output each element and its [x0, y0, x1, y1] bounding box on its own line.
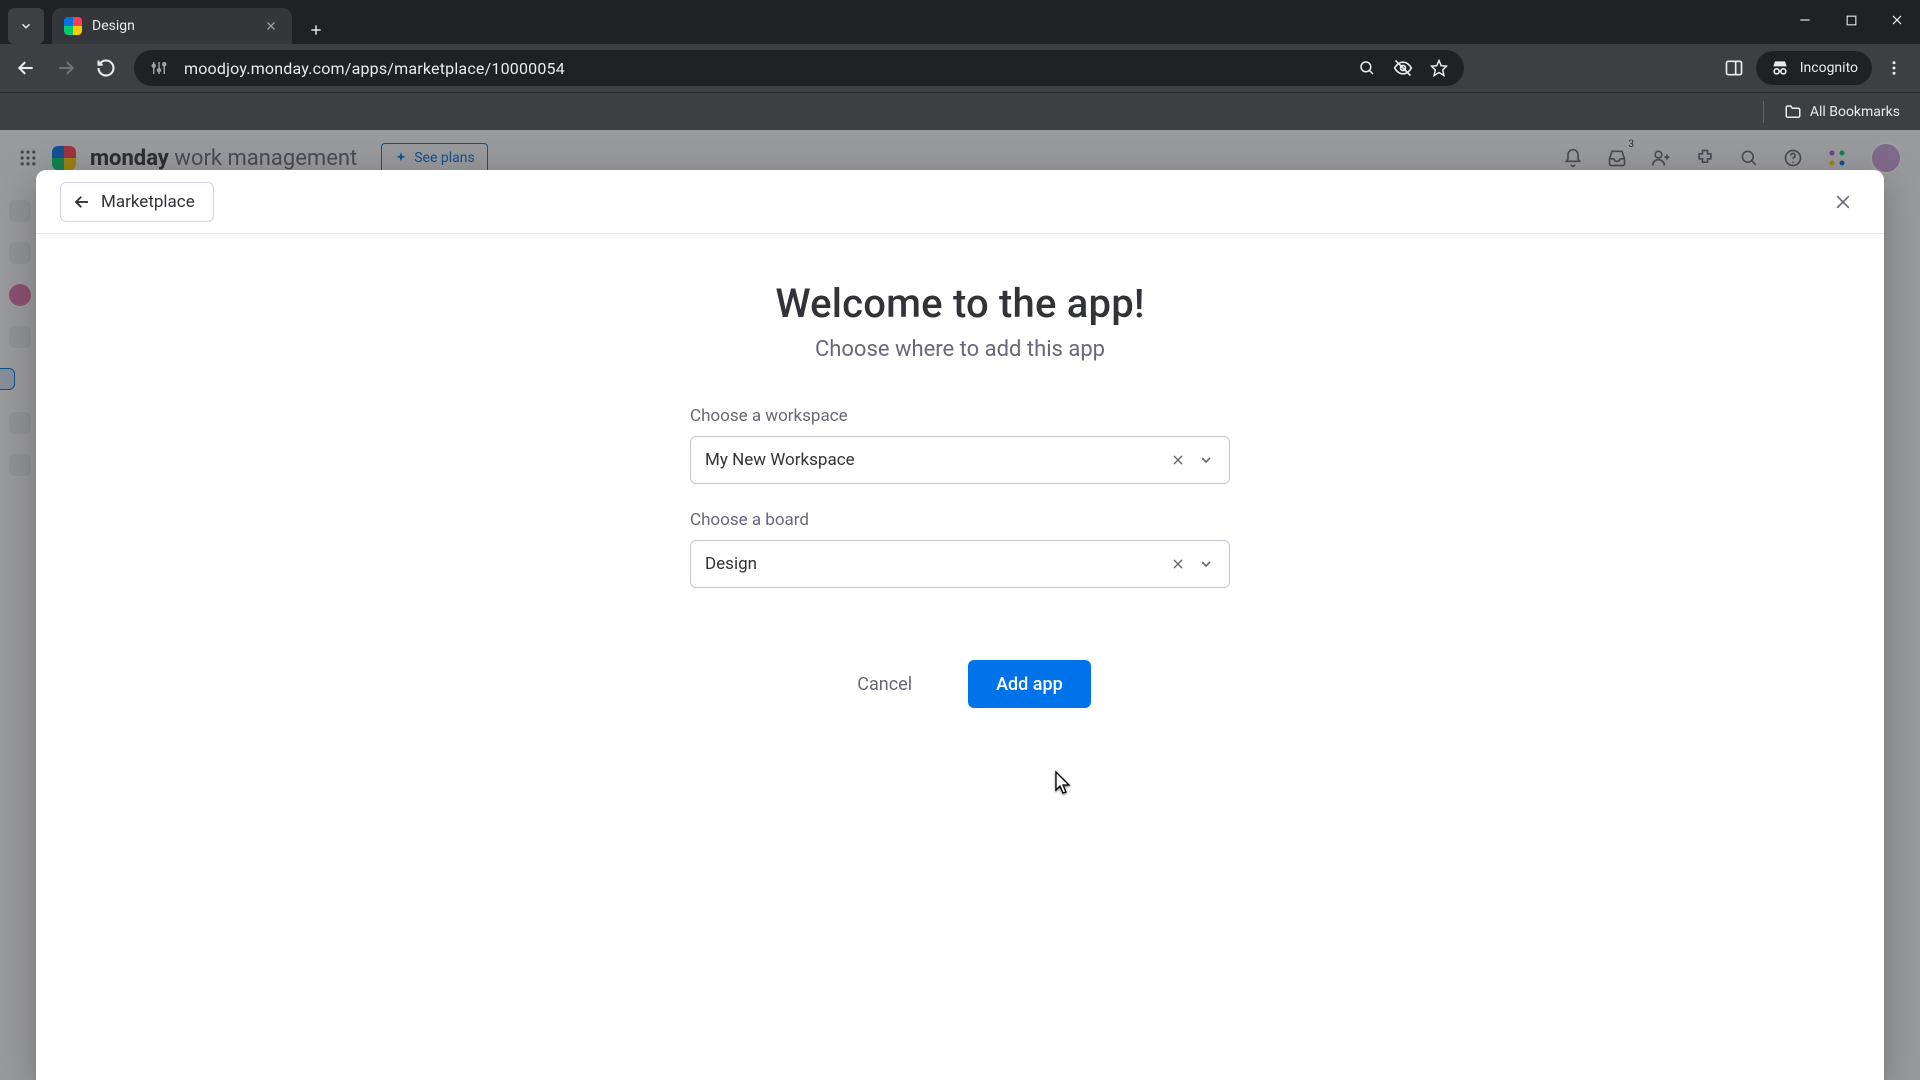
browser-menu-button[interactable]	[1876, 50, 1912, 86]
bookmark-bar: All Bookmarks	[0, 92, 1920, 130]
window-maximize-button[interactable]	[1828, 0, 1874, 40]
site-settings-icon[interactable]	[148, 57, 170, 79]
modal-close-button[interactable]	[1826, 185, 1860, 219]
nav-reload-button[interactable]	[88, 50, 124, 86]
page-content: monday work management See plans 3	[0, 130, 1920, 1080]
board-label: Choose a board	[690, 510, 1230, 530]
cancel-button[interactable]: Cancel	[829, 660, 940, 708]
toolbar-right: Incognito	[1716, 50, 1912, 86]
add-app-label: Add app	[996, 674, 1063, 695]
board-select[interactable]: Design	[690, 540, 1230, 588]
titlebar: Design	[0, 0, 1920, 44]
side-panel-icon[interactable]	[1716, 50, 1752, 86]
close-icon	[1833, 192, 1853, 212]
add-app-modal: Marketplace Welcome to the app! Choose w…	[36, 170, 1884, 1080]
back-to-marketplace-button[interactable]: Marketplace	[60, 182, 214, 222]
new-tab-button[interactable]	[302, 16, 330, 44]
arrow-left-icon	[73, 193, 91, 211]
chrome-window: Design moodjoy.monday.com/apps/marketpla…	[0, 0, 1920, 1080]
nav-forward-button[interactable]	[48, 50, 84, 86]
incognito-indicator[interactable]: Incognito	[1756, 51, 1872, 85]
board-field: Choose a board Design	[690, 510, 1230, 588]
incognito-label: Incognito	[1800, 60, 1858, 76]
browser-tab[interactable]: Design	[52, 8, 292, 44]
tab-title: Design	[92, 18, 135, 34]
chevron-down-icon	[1197, 555, 1215, 573]
board-clear-button[interactable]	[1169, 555, 1187, 573]
tab-strip: Design	[0, 0, 330, 44]
nav-back-button[interactable]	[8, 50, 44, 86]
omnibox[interactable]: moodjoy.monday.com/apps/marketplace/1000…	[134, 50, 1464, 86]
browser-toolbar: moodjoy.monday.com/apps/marketplace/1000…	[0, 44, 1920, 92]
bookmark-star-icon[interactable]	[1428, 57, 1450, 79]
workspace-field: Choose a workspace My New Workspace	[690, 406, 1230, 484]
back-label: Marketplace	[101, 192, 195, 212]
modal-header: Marketplace	[36, 170, 1884, 234]
folder-icon	[1784, 103, 1802, 121]
window-close-button[interactable]	[1874, 0, 1920, 40]
url-text: moodjoy.monday.com/apps/marketplace/1000…	[184, 59, 1342, 78]
tab-search-dropdown[interactable]	[8, 8, 44, 44]
board-value: Design	[705, 554, 757, 574]
chevron-down-icon	[1197, 451, 1215, 469]
eye-off-icon[interactable]	[1392, 57, 1414, 79]
modal-title: Welcome to the app!	[775, 280, 1144, 327]
tab-close-button[interactable]	[262, 17, 280, 35]
add-app-button[interactable]: Add app	[968, 660, 1091, 708]
cancel-label: Cancel	[857, 674, 912, 695]
modal-body: Welcome to the app! Choose where to add …	[36, 234, 1884, 1080]
all-bookmarks-button[interactable]: All Bookmarks	[1784, 103, 1900, 121]
favicon-icon	[64, 17, 82, 35]
window-controls	[1782, 0, 1920, 40]
modal-subtitle: Choose where to add this app	[815, 337, 1105, 362]
incognito-icon	[1770, 58, 1790, 78]
modal-form: Choose a workspace My New Workspace Choo…	[690, 406, 1230, 708]
search-in-page-icon[interactable]	[1356, 57, 1378, 79]
modal-actions: Cancel Add app	[690, 660, 1230, 708]
bookmark-divider	[1763, 101, 1764, 123]
workspace-select[interactable]: My New Workspace	[690, 436, 1230, 484]
window-minimize-button[interactable]	[1782, 0, 1828, 40]
workspace-clear-button[interactable]	[1169, 451, 1187, 469]
workspace-label: Choose a workspace	[690, 406, 1230, 426]
workspace-value: My New Workspace	[705, 450, 855, 470]
all-bookmarks-label: All Bookmarks	[1810, 104, 1900, 120]
